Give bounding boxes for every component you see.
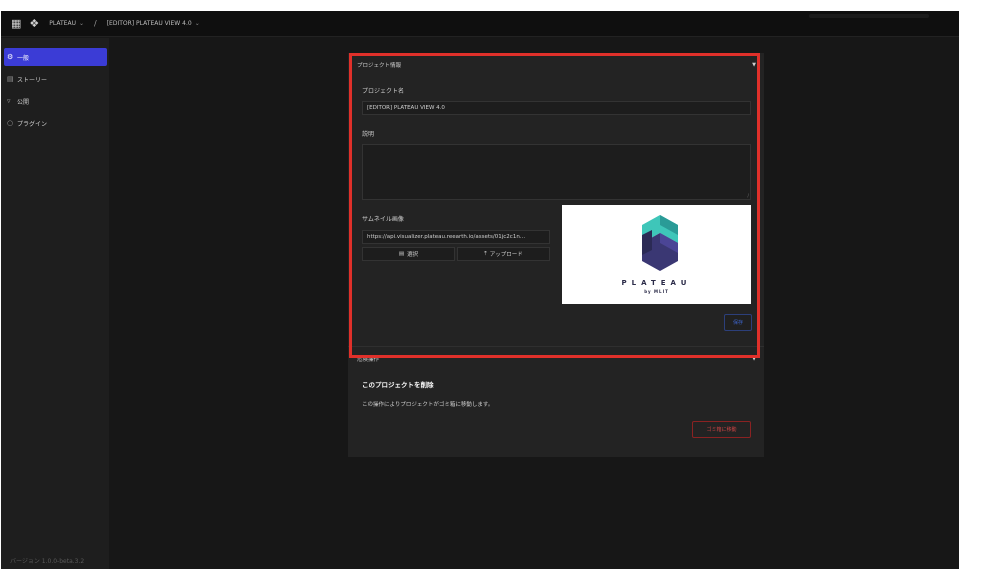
thumbnail-buttons: ▤ 選択 ⤒ アップロード: [362, 247, 552, 261]
image-icon: ▤: [398, 251, 405, 257]
app-window: ▦ ❖ PLATEAU ⌄ / [EDITOR] PLATEAU VIEW 4.…: [1, 11, 959, 569]
project-name-label: プロジェクト名: [362, 88, 405, 95]
sidebar-item-label: 公開: [17, 98, 30, 106]
send-icon: ▿: [7, 97, 11, 105]
description-label: 説明: [362, 131, 375, 138]
delete-project-description: この操作によりプロジェクトがゴミ箱に移動します。: [362, 402, 494, 408]
logo-icon[interactable]: ❖: [29, 17, 39, 30]
move-to-trash-button[interactable]: ゴミ箱に移動: [692, 421, 751, 438]
project-name-input[interactable]: [EDITOR] PLATEAU VIEW 4.0: [362, 101, 751, 115]
workspace-selector[interactable]: PLATEAU ⌄: [49, 20, 84, 27]
sidebar-item-label: プラグイン: [17, 120, 48, 128]
caret-down-icon: ▼: [752, 355, 756, 362]
settings-panel: プロジェクト情報 ▼ プロジェクト名 [EDITOR] PLATEAU VIEW…: [348, 53, 764, 457]
upload-label: アップロード: [489, 252, 523, 258]
sidebar-item-label: ストーリー: [17, 76, 48, 84]
chevron-down-icon: ⌄: [78, 20, 85, 27]
select-label: 選択: [407, 252, 419, 258]
logo-wordmark: PLATEAU: [621, 279, 692, 287]
danger-zone-body: このプロジェクトを削除 この操作によりプロジェクトがゴミ箱に移動します。 ゴミ箱…: [348, 370, 764, 457]
description-textarea[interactable]: ∕: [362, 144, 751, 200]
dashboard-icon[interactable]: ▦: [11, 17, 21, 30]
sidebar-item-plugins[interactable]: ○ プラグイン: [4, 114, 107, 132]
select-image-button[interactable]: ▤ 選択: [362, 247, 455, 261]
resize-handle-icon[interactable]: ∕: [747, 193, 749, 199]
project-name: [EDITOR] PLATEAU VIEW 4.0: [106, 20, 192, 27]
section-title: プロジェクト情報: [357, 62, 402, 69]
caret-down-icon: ▼: [752, 61, 756, 68]
save-button[interactable]: 保存: [724, 314, 752, 331]
sidebar-item-label: 一般: [17, 54, 30, 62]
breadcrumb-separator: /: [94, 19, 97, 28]
sidebar-item-general[interactable]: ⚙ 一般: [4, 48, 107, 66]
project-selector[interactable]: [EDITOR] PLATEAU VIEW 4.0 ⌄: [107, 20, 200, 27]
puzzle-icon: ○: [7, 119, 14, 127]
thumbnail-preview: PLATEAU by MLIT: [562, 205, 751, 304]
upload-button[interactable]: ⤒ アップロード: [457, 247, 550, 261]
workspace-name: PLATEAU: [49, 20, 76, 27]
sidebar-item-story[interactable]: ▤ ストーリー: [4, 70, 107, 88]
sidebar: ⚙ 一般 ▤ ストーリー ▿ 公開 ○ プラグイン バージョン 1.0.0-be…: [1, 38, 109, 569]
delete-project-title: このプロジェクトを削除: [362, 381, 434, 389]
thumbnail-label: サムネイル画像: [362, 216, 404, 223]
upload-icon: ⤒: [484, 250, 487, 257]
logo-subtitle: by MLIT: [644, 289, 669, 294]
top-bar: ▦ ❖ PLATEAU ⌄ / [EDITOR] PLATEAU VIEW 4.…: [1, 11, 959, 37]
thumbnail-controls: サムネイル画像 https://api.visualizer.plateau.r…: [362, 206, 552, 304]
thumbnail-row: サムネイル画像 https://api.visualizer.plateau.r…: [362, 205, 751, 304]
project-info-header[interactable]: プロジェクト情報 ▼: [348, 53, 764, 76]
book-icon: ▤: [7, 75, 14, 83]
project-info-body: プロジェクト名 [EDITOR] PLATEAU VIEW 4.0 説明 ∕ サ…: [348, 86, 764, 304]
thumbnail-url-input[interactable]: https://api.visualizer.plateau.reearth.i…: [362, 230, 550, 244]
chevron-down-icon: ⌄: [194, 20, 200, 27]
section-title: 危険操作: [357, 356, 380, 363]
sidebar-item-publish[interactable]: ▿ 公開: [4, 92, 107, 110]
top-right-bar: [809, 14, 929, 18]
danger-zone-header[interactable]: 危険操作 ▼: [348, 347, 764, 370]
version-label: バージョン 1.0.0-beta.3.2: [10, 558, 85, 565]
save-row: 保存: [348, 304, 764, 346]
gear-icon: ⚙: [7, 53, 14, 61]
